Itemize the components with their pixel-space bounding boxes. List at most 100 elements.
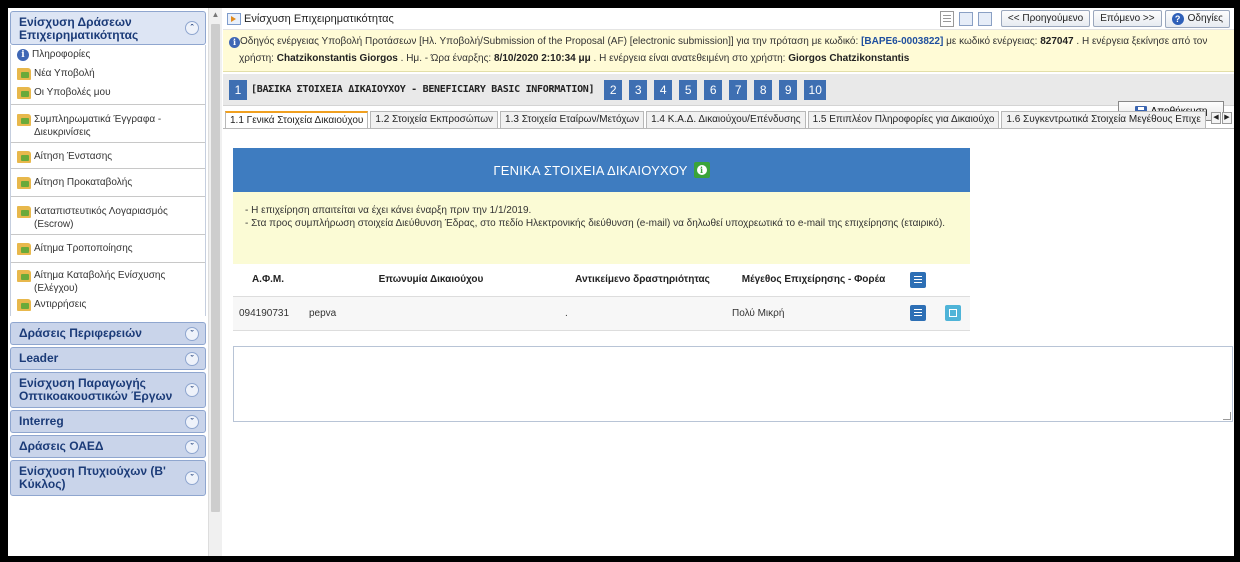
- toolbar-icons: [939, 10, 992, 27]
- help-label: Οδηγίες: [1187, 13, 1223, 24]
- step-10[interactable]: 10: [804, 79, 827, 100]
- folder-icon: [17, 68, 31, 80]
- image-icon[interactable]: [977, 11, 992, 26]
- info-text: με κωδικό ενέργειας:: [943, 36, 1041, 47]
- collapse-icon[interactable]: ˆ: [185, 21, 199, 35]
- sidebar-group-entrepreneurship[interactable]: Ενίσχυση Δράσεων Επιχειρηματικότητας ˆ: [10, 11, 206, 45]
- tab-general-info[interactable]: 1.1 Γενικά Στοιχεία Δικαιούχου: [225, 111, 369, 128]
- comments-textarea[interactable]: [233, 346, 1233, 422]
- column-header: Αντικείμενο δραστηριότητας: [559, 264, 726, 297]
- sidebar-item-label: Καταπιστευτικός Λογαριασμός (Escrow): [34, 206, 168, 230]
- sidebar: Ενίσχυση Δράσεων Επιχειρηματικότητας ˆ i…: [8, 8, 208, 556]
- expand-icon[interactable]: ˇ: [185, 471, 199, 485]
- expand-icon[interactable]: ˇ: [185, 351, 199, 366]
- next-button[interactable]: Επόμενο >>: [1093, 10, 1162, 27]
- scrollbar-thumb[interactable]: [211, 24, 220, 512]
- tab-scroll-right-icon[interactable]: ▶: [1222, 112, 1232, 124]
- step-6[interactable]: 6: [704, 79, 723, 100]
- details-cell: [901, 296, 935, 331]
- info-icon: i: [17, 49, 29, 61]
- sidebar-item-label: Νέα Υποβολή: [34, 68, 95, 79]
- app-window: Ενίσχυση Δράσεων Επιχειρηματικότητας ˆ i…: [8, 8, 1234, 556]
- column-header: Επωνυμία Δικαιούχου: [303, 264, 559, 297]
- expand-icon[interactable]: ˇ: [185, 439, 199, 454]
- sidebar-scrollbar[interactable]: ▲: [208, 8, 222, 556]
- sidebar-item-my-submissions[interactable]: Οι Υποβολές μου: [11, 83, 205, 105]
- scroll-up-icon[interactable]: ▲: [209, 8, 222, 22]
- tab-representatives[interactable]: 1.2 Στοιχεία Εκπροσώπων: [370, 111, 499, 128]
- folder-icon: [17, 151, 31, 163]
- panel-header: ΓΕΝΙΚΑ ΣΤΟΙΧΕΙΑ ΔΙΚΑΙΟΥΧΟΥ i: [233, 148, 970, 192]
- edit-icon[interactable]: [944, 305, 961, 321]
- sidebar-item-label: Οι Υποβολές μου: [34, 87, 111, 98]
- size-cell: Πολύ Μικρή: [726, 296, 901, 331]
- column-header: [935, 264, 970, 297]
- sidebar-item-advance-payment[interactable]: Αίτηση Προκαταβολής: [11, 169, 205, 197]
- step-1[interactable]: 1: [229, 79, 247, 100]
- step-5[interactable]: 5: [679, 79, 698, 100]
- list-icon[interactable]: [910, 271, 926, 288]
- table-header-row: Α.Φ.Μ. Επωνυμία Δικαιούχου Αντικείμενο δ…: [233, 264, 970, 297]
- step-9[interactable]: 9: [779, 79, 798, 100]
- initiator-user: Chatzikonstantis Giorgos: [276, 53, 398, 64]
- tab-size-summary[interactable]: 1.6 Συγκεντρωτικά Στοιχεία Μεγέθους Επιχ…: [1001, 111, 1206, 128]
- sidebar-group-title: Ενίσχυση Πτυχιούχων (Β' Κύκλος): [19, 464, 166, 491]
- sidebar-group-interreg[interactable]: Interreg ˇ: [10, 410, 206, 433]
- sidebar-item-escrow[interactable]: Καταπιστευτικός Λογαριασμός (Escrow): [11, 197, 205, 235]
- sidebar-group-graduates[interactable]: Ενίσχυση Πτυχιούχων (Β' Κύκλος) ˇ: [10, 460, 206, 496]
- sidebar-group-title: Ενίσχυση Δράσεων Επιχειρηματικότητας: [19, 15, 139, 42]
- expand-icon[interactable]: ˇ: [185, 383, 199, 397]
- folder-icon: [17, 243, 31, 255]
- sidebar-item-amendment[interactable]: Αίτημα Τροποποίησης: [11, 235, 205, 263]
- sidebar-item-label: Αίτηση Ένστασης: [34, 151, 113, 162]
- name-cell: pepva: [303, 296, 559, 331]
- current-step-label: [ΒΑΣΙΚΑ ΣΤΟΙΧΕΙΑ ΔΙΚΑΙΟΥΧΟΥ - BENEFICIAR…: [251, 84, 595, 95]
- sidebar-item-objections[interactable]: Αντιρρήσεις: [11, 298, 205, 316]
- sidebar-group-audiovisual[interactable]: Ενίσχυση Παραγωγής Οπτικοακουστικών Έργω…: [10, 372, 206, 408]
- edit-cell: [935, 296, 970, 331]
- expand-icon[interactable]: ˇ: [185, 326, 199, 341]
- folder-icon: [17, 87, 31, 99]
- tab-kad[interactable]: 1.4 Κ.Α.Δ. Δικαιούχου/Επένδυσης: [646, 111, 806, 128]
- sidebar-item-supplementary-docs[interactable]: Συμπληρωματικά Έγγραφα - Διευκρινίσεις: [11, 105, 205, 143]
- tab-scroll-left-icon[interactable]: ◀: [1211, 112, 1221, 124]
- note-text: - Η επιχείρηση απαιτείται να έχει κάνει …: [245, 205, 532, 216]
- folder-icon: [17, 270, 31, 282]
- table-row: 094190731 pepva . Πολύ Μικρή: [233, 296, 970, 331]
- folder-icon: [17, 177, 31, 189]
- sidebar-group-leader[interactable]: Leader ˇ: [10, 347, 206, 370]
- info-icon[interactable]: i: [693, 162, 710, 178]
- folder-icon: [17, 114, 31, 126]
- step-2[interactable]: 2: [604, 79, 623, 100]
- tab-partners[interactable]: 1.3 Στοιχεία Εταίρων/Μετόχων: [500, 111, 645, 128]
- sidebar-item-payment-request[interactable]: Αίτημα Καταβολής Ενίσχυσης (Ελέγχου): [11, 263, 205, 298]
- list-icon[interactable]: [910, 305, 926, 321]
- step-3[interactable]: 3: [629, 79, 648, 100]
- sidebar-item-label: Πληροφορίες: [32, 49, 91, 60]
- info-text: . Η ενέργεια ξεκίνησε από τον: [1073, 36, 1208, 47]
- sidebar-item-objection[interactable]: Αίτηση Ένστασης: [11, 143, 205, 169]
- page-title: Ενίσχυση Επιχειρηματικότητας: [244, 12, 394, 25]
- resize-grip-icon[interactable]: [1223, 412, 1231, 420]
- help-button[interactable]: ? Οδηγίες: [1164, 9, 1230, 28]
- window-icon: [227, 12, 241, 25]
- expand-icon[interactable]: ˇ: [185, 414, 199, 429]
- sidebar-group-title: Interreg: [19, 414, 64, 428]
- step-8[interactable]: 8: [754, 79, 773, 100]
- assignee-user: Giorgos Chatzikonstantis: [788, 53, 910, 64]
- step-7[interactable]: 7: [729, 79, 748, 100]
- general-info-panel: ΓΕΝΙΚΑ ΣΤΟΙΧΕΙΑ ΔΙΚΑΙΟΥΧΟΥ i - Η επιχείρ…: [233, 148, 970, 331]
- step-4[interactable]: 4: [654, 79, 673, 100]
- folder-icon: [17, 299, 31, 311]
- info-text: χρήστη:: [239, 53, 277, 64]
- tab-additional-info[interactable]: 1.5 Επιπλέον Πληροφορίες για Δικαιούχο: [807, 111, 1000, 128]
- sidebar-item-info[interactable]: i Πληροφορίες: [11, 45, 205, 64]
- calendar-icon[interactable]: [958, 11, 973, 26]
- action-info-bar: i Οδηγός ενέργειας Υποβολή Προτάσεων [Ηλ.…: [223, 30, 1234, 72]
- previous-button[interactable]: << Προηγούμενο: [1000, 10, 1091, 27]
- sidebar-group-regions[interactable]: Δράσεις Περιφερειών ˇ: [10, 322, 206, 345]
- sidebar-group-oaed[interactable]: Δράσεις ΟΑΕΔ ˇ: [10, 435, 206, 458]
- sidebar-item-new-submission[interactable]: Νέα Υποβολή: [11, 64, 205, 83]
- sidebar-item-label: Αντιρρήσεις: [34, 299, 87, 310]
- notes-icon[interactable]: [939, 10, 954, 27]
